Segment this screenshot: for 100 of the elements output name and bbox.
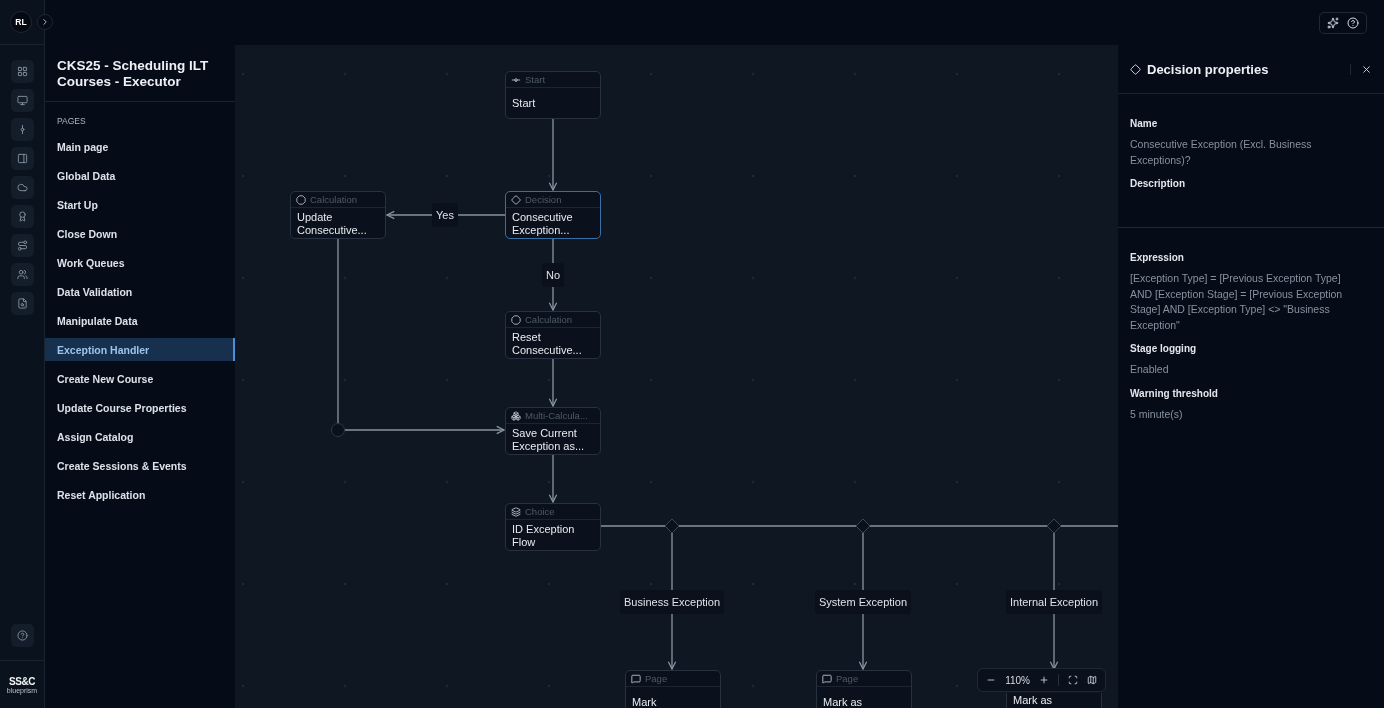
page-item[interactable]: Create Sessions & Events (45, 454, 235, 477)
rail-button[interactable] (10, 147, 34, 170)
node-type: Start (525, 74, 546, 85)
sparkle-icon[interactable] (1327, 16, 1339, 29)
node-type: Multi-Calcula... (525, 410, 588, 421)
junction-diamond[interactable] (855, 518, 871, 534)
flow-node[interactable]: Page Mark as (816, 670, 912, 708)
node-title: Mark as (823, 695, 863, 708)
page-item[interactable]: Manipulate Data (45, 309, 235, 332)
rail-button[interactable] (10, 292, 34, 315)
field-value: Consecutive Exception (Excl. Business Exceptions)? (1130, 137, 1313, 168)
speech-bubble-icon (822, 673, 832, 684)
connector-line (862, 532, 864, 591)
node-title: Save Current Exception as... (512, 427, 586, 453)
rail-button[interactable] (10, 263, 34, 286)
monitor-icon (16, 95, 28, 106)
connector-line (1060, 525, 1118, 527)
close-button[interactable] (1350, 63, 1372, 75)
page-item[interactable]: Data Validation (45, 280, 235, 303)
flow-node[interactable]: Calculation Update Consecutive... (290, 191, 386, 239)
flow-node[interactable]: Multi-Calcula... Save Current Exception as... (505, 407, 601, 455)
node-type: Calculation (525, 314, 572, 325)
edge-label: Yes (432, 203, 458, 227)
node-title: Update Consecutive... (297, 211, 368, 237)
field-value: Enabled (1130, 362, 1170, 377)
help-icon (16, 630, 28, 641)
route-icon (16, 240, 28, 251)
expand-button[interactable] (37, 14, 53, 30)
field-label: Name (1130, 118, 1159, 129)
edge-label: System Exception (815, 590, 911, 614)
field-label: Stage logging (1130, 343, 1198, 354)
user-avatar[interactable]: RL (10, 11, 32, 33)
layers-icon (511, 506, 521, 517)
fit-view-icon (1068, 675, 1078, 685)
page-item[interactable]: Start Up (45, 193, 235, 216)
edge-label: Business Exception (620, 590, 724, 614)
page-item[interactable]: Global Data (45, 164, 235, 187)
field-label: Warning threshold (1130, 387, 1219, 399)
field-value: [Exception Type] = [Previous Exception Type] AND [Exception Stage] = [Previous Exception Stage] AND [Exception Type] <> "Business Exception" (1130, 271, 1344, 333)
flow-node[interactable]: Calculation Reset Consecutive... (505, 311, 601, 359)
edge-label: Internal Exception (1005, 590, 1103, 614)
connector-line (600, 525, 666, 527)
junction-diamond[interactable] (1046, 518, 1062, 534)
node-type: Decision (525, 194, 562, 205)
connector-arrow (548, 358, 558, 407)
flow-node[interactable]: Choice ID Exception Flow (505, 503, 601, 551)
connector-line (671, 532, 673, 591)
minimap-button[interactable] (1087, 675, 1097, 685)
edge-label: No (541, 263, 565, 287)
page-item[interactable]: Update Course Properties (45, 396, 235, 419)
chevron-icon (40, 17, 50, 27)
help-button[interactable] (10, 624, 34, 647)
file-search-icon (16, 298, 28, 309)
field-label: Description (1130, 178, 1186, 189)
flow-node[interactable]: Start Start (505, 71, 601, 119)
rail-button[interactable] (10, 60, 34, 83)
connector-arrow (548, 454, 558, 503)
node-title: Consecutive Exception... (512, 211, 574, 237)
page-item[interactable]: Exception Handler (45, 338, 235, 361)
junction-dot[interactable] (331, 423, 345, 437)
page-item[interactable]: Close Down (45, 222, 235, 245)
users-icon (16, 269, 28, 280)
badge-icon (16, 211, 28, 222)
zoom-level: 110% (1005, 674, 1030, 686)
rail-button[interactable] (10, 205, 34, 228)
page-item[interactable]: Work Queues (45, 251, 235, 274)
page-item[interactable]: Create New Course (45, 367, 235, 390)
panel-title: Decision properties (1147, 61, 1270, 77)
node-title: ID Exception Flow (512, 523, 576, 549)
map-icon (1087, 675, 1097, 685)
speech-bubble-icon (631, 673, 641, 684)
help-icon[interactable] (1347, 16, 1359, 29)
rail-button[interactable] (10, 176, 34, 199)
fit-view-button[interactable] (1068, 675, 1078, 685)
cloud-icon (16, 182, 28, 193)
flow-node[interactable]: Mark as (1006, 693, 1102, 708)
octagon-icon (296, 194, 306, 205)
junction-diamond[interactable] (664, 518, 680, 534)
rail-button[interactable] (10, 118, 34, 141)
rail-button[interactable] (10, 89, 34, 112)
section-heading: PAGES (56, 115, 87, 128)
page-item[interactable]: Main page (45, 135, 235, 158)
plus-icon (1039, 675, 1049, 685)
flow-node[interactable]: Decision Consecutive Exception... (505, 191, 601, 239)
field-value: 5 minute(s) (1130, 406, 1184, 422)
page-item[interactable]: Reset Application (45, 483, 235, 506)
rail-button[interactable] (10, 234, 34, 257)
node-title: Reset Consecutive... (512, 331, 583, 357)
connector-arrow (1049, 612, 1059, 670)
diamond-icon (1130, 63, 1141, 75)
zoom-in-button[interactable] (1039, 675, 1049, 685)
node-title: Mark as (1013, 694, 1053, 707)
panel-icon (16, 153, 28, 164)
node-type: Page (836, 673, 859, 684)
page-item[interactable]: Assign Catalog (45, 425, 235, 448)
node-title: Mark (632, 695, 657, 708)
node-type: Choice (525, 506, 555, 517)
field-label: Expression (1130, 252, 1185, 263)
flow-node[interactable]: Page Mark (625, 670, 721, 708)
close-icon (1361, 63, 1372, 75)
